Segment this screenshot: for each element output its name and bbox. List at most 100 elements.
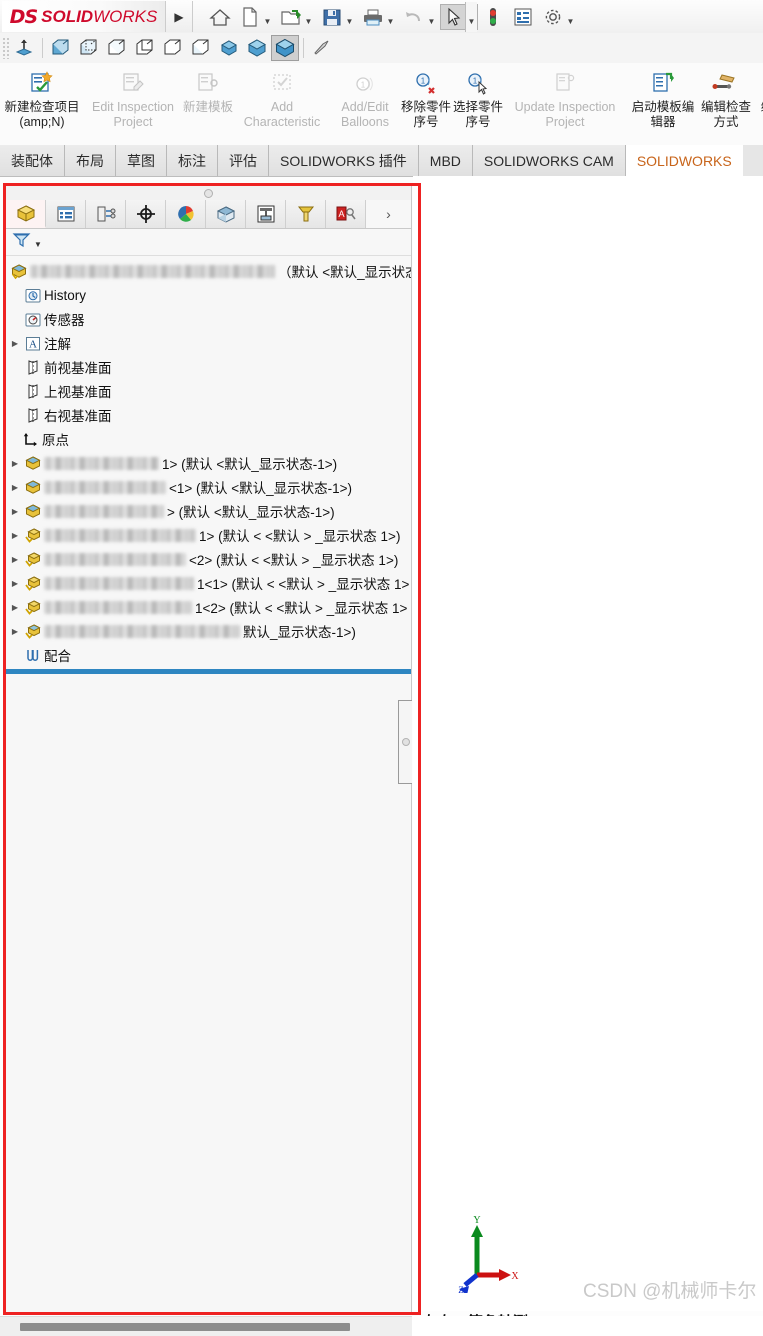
remove-part-number-button[interactable]: 1 移除零件序号 bbox=[400, 63, 452, 143]
tab-evaluate[interactable]: 评估 bbox=[218, 145, 269, 176]
select-tool-button[interactable]: ▼ bbox=[440, 1, 478, 32]
fm-tab-dimxpert[interactable] bbox=[126, 200, 166, 228]
tab-solidworks-inspection[interactable]: SOLIDWORKS bbox=[625, 145, 743, 176]
shaded-medium-icon[interactable] bbox=[243, 35, 271, 61]
tree-item-subassembly-2[interactable]: ▶ <2> (默认 < <默认 > _显示状态 1>) bbox=[6, 547, 411, 571]
tree-item-subassembly-4[interactable]: ▶ 1<2> (默认 < <默认 > _显示状态 1> bbox=[6, 595, 411, 619]
redacted-component-name bbox=[44, 504, 164, 518]
tab-solidworks-addins[interactable]: SOLIDWORKS 插件 bbox=[269, 145, 419, 176]
tree-item-top-plane[interactable]: 上视基准面 bbox=[6, 379, 411, 403]
solidworks-logo[interactable]: DS SOLID WORKS bbox=[2, 1, 166, 32]
fm-tab-property-manager[interactable] bbox=[46, 200, 86, 228]
perspective-scope-icon[interactable] bbox=[308, 35, 336, 61]
tab-annotation[interactable]: 标注 bbox=[167, 145, 218, 176]
tree-item-history[interactable]: History bbox=[6, 283, 411, 307]
tree-expand-arrow-icon[interactable]: ▶ bbox=[8, 339, 22, 348]
tree-item-subassembly-1[interactable]: ▶ 1> (默认 < <默认 > _显示状态 1>) bbox=[6, 523, 411, 547]
tree-expand-arrow-icon[interactable]: ▶ bbox=[8, 507, 22, 516]
undo-caret-icon[interactable]: ▼ bbox=[426, 2, 437, 32]
toolbar-grip[interactable] bbox=[2, 37, 10, 59]
wireframe3-icon[interactable] bbox=[187, 35, 215, 61]
tree-item-right-plane[interactable]: 右视基准面 bbox=[6, 403, 411, 427]
tree-item-component-1[interactable]: ▶ 1> (默认 <默认_显示状态-1>) bbox=[6, 451, 411, 475]
tab-sketch[interactable]: 草图 bbox=[116, 145, 167, 176]
csdn-watermark: CSDN @机械师卡尔 bbox=[583, 1281, 757, 1302]
tree-item-origin[interactable]: 原点 bbox=[6, 427, 411, 451]
open-document-button[interactable]: ▼ bbox=[276, 1, 317, 32]
save-caret-icon[interactable]: ▼ bbox=[344, 2, 355, 32]
tree-root-assembly[interactable]: （默认 <默认_显示状态 bbox=[6, 259, 411, 283]
shaded-small-icon[interactable] bbox=[215, 35, 243, 61]
panel-vertical-splitter[interactable] bbox=[398, 700, 412, 784]
fm-tab-display-manager[interactable] bbox=[166, 200, 206, 228]
tree-filter-icon[interactable] bbox=[12, 231, 32, 254]
new-template-button[interactable]: 新建模板 bbox=[182, 63, 234, 143]
tree-item-annotations[interactable]: ▶ A 注解 bbox=[6, 331, 411, 355]
fm-tab-cam-feature-tree[interactable] bbox=[286, 200, 326, 228]
horizontal-scrollbar-thumb[interactable] bbox=[20, 1322, 350, 1331]
tab-layout[interactable]: 布局 bbox=[65, 145, 116, 176]
new-document-caret-icon[interactable]: ▼ bbox=[262, 2, 273, 32]
tree-item-component-2-config: <1> (默认 <默认_显示状态-1>) bbox=[169, 481, 353, 496]
tree-item-subassembly-3[interactable]: ▶ 1<1> (默认 < <默认 > _显示状态 1> bbox=[6, 571, 411, 595]
home-button[interactable] bbox=[205, 1, 235, 32]
panel-top-splitter[interactable] bbox=[6, 186, 411, 200]
tree-filter-caret-icon[interactable]: ▼ bbox=[34, 240, 42, 249]
new-document-button[interactable]: ▼ bbox=[235, 1, 276, 32]
save-button[interactable]: ▼ bbox=[317, 1, 358, 32]
svg-text:1: 1 bbox=[361, 81, 366, 90]
tree-expand-arrow-icon[interactable]: ▶ bbox=[8, 603, 22, 612]
print-button[interactable]: ▼ bbox=[358, 1, 399, 32]
fm-tabs-more-button[interactable]: › bbox=[366, 200, 411, 228]
menu-expand-arrow-icon[interactable]: ▶ bbox=[166, 1, 193, 32]
tree-filter-row[interactable]: ▼ bbox=[6, 229, 411, 256]
tab-solidworks-cam[interactable]: SOLIDWORKS CAM bbox=[472, 145, 626, 176]
tree-expand-arrow-icon[interactable]: ▶ bbox=[8, 555, 22, 564]
undo-button[interactable]: ▼ bbox=[399, 1, 440, 32]
fm-tab-configuration-manager[interactable] bbox=[86, 200, 126, 228]
fm-tab-render-manager[interactable] bbox=[206, 200, 246, 228]
shaded-wireframe-icon[interactable] bbox=[159, 35, 187, 61]
settings-button[interactable]: ▼ bbox=[538, 1, 579, 32]
settings-caret-icon[interactable]: ▼ bbox=[565, 2, 576, 32]
horizontal-scrollbar[interactable] bbox=[0, 1316, 412, 1336]
tree-item-front-plane[interactable]: 前视基准面 bbox=[6, 355, 411, 379]
rebuild-button[interactable] bbox=[478, 1, 508, 32]
tree-item-mates[interactable]: 配合 bbox=[6, 643, 411, 667]
select-tool-caret-icon[interactable]: ▼ bbox=[465, 1, 477, 32]
tab-mbd[interactable]: MBD bbox=[418, 145, 473, 176]
add-characteristic-button[interactable]: Add Characteristic bbox=[234, 63, 330, 143]
tree-item-subassembly-5[interactable]: ▶ 默认_显示状态-1>) bbox=[6, 619, 411, 643]
open-document-caret-icon[interactable]: ▼ bbox=[303, 2, 314, 32]
tree-expand-arrow-icon[interactable]: ▶ bbox=[8, 627, 22, 636]
tree-expand-arrow-icon[interactable]: ▶ bbox=[8, 483, 22, 492]
tree-expand-arrow-icon[interactable]: ▶ bbox=[8, 531, 22, 540]
print-caret-icon[interactable]: ▼ bbox=[385, 2, 396, 32]
tree-item-sensors[interactable]: 传感器 bbox=[6, 307, 411, 331]
options-list-button[interactable] bbox=[508, 1, 538, 32]
tree-expand-arrow-icon[interactable]: ▶ bbox=[8, 579, 22, 588]
select-balloon-icon: 1 bbox=[465, 68, 491, 98]
update-inspection-project-button[interactable]: Update Inspection Project bbox=[504, 63, 626, 143]
fm-tab-simulation[interactable] bbox=[246, 200, 286, 228]
launch-template-editor-button[interactable]: 启动模板编辑器 bbox=[626, 63, 700, 143]
hidden-lines-removed-icon[interactable] bbox=[103, 35, 131, 61]
select-part-number-button[interactable]: 1 选择零件序号 bbox=[452, 63, 504, 143]
new-inspection-item-button[interactable]: 新建检查项目(amp;N) bbox=[0, 63, 84, 143]
tree-item-component-2[interactable]: ▶ <1> (默认 <默认_显示状态-1>) bbox=[6, 475, 411, 499]
edit-inspection-project-button[interactable]: Edit Inspection Project bbox=[84, 63, 182, 143]
add-edit-balloons-button[interactable]: 1 Add/Edit Balloons bbox=[330, 63, 400, 143]
edit-inspection-method-button[interactable]: 编辑检查方式 bbox=[700, 63, 752, 143]
shaded-active-icon[interactable] bbox=[271, 35, 299, 61]
tab-assembly[interactable]: 装配体 bbox=[0, 145, 65, 176]
view-orientation-icon[interactable] bbox=[10, 35, 38, 61]
wireframe2-icon[interactable] bbox=[131, 35, 159, 61]
tree-expand-arrow-icon[interactable]: ▶ bbox=[8, 459, 22, 468]
wireframe-icon[interactable] bbox=[47, 35, 75, 61]
hidden-lines-visible-icon[interactable] bbox=[75, 35, 103, 61]
fm-tab-inspection[interactable]: A bbox=[326, 200, 366, 228]
edit-overflow-button[interactable]: 编 bbox=[752, 63, 763, 143]
tree-item-component-3[interactable]: ▶ > (默认 <默认_显示状态-1>) bbox=[6, 499, 411, 523]
fm-tab-feature-tree[interactable] bbox=[6, 200, 46, 228]
graphics-area[interactable]: Y X Z CSDN @机械师卡尔 *左右二等角轴测 bbox=[413, 176, 763, 1331]
